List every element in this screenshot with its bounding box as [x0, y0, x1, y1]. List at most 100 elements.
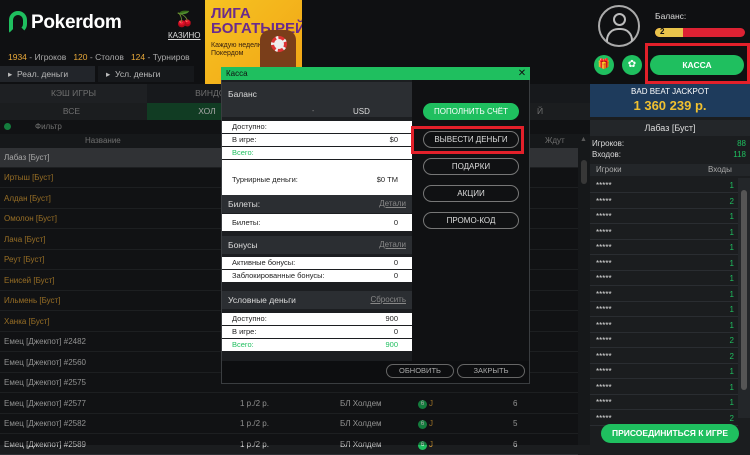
player-row[interactable]: ***** 1 [590, 364, 738, 379]
pokerdom-logo-icon[interactable] [9, 11, 27, 33]
players-scrollbar-thumb[interactable] [741, 190, 747, 390]
balance-label: Баланс: [655, 11, 687, 21]
bonus-section-title: Бонусы [228, 240, 258, 250]
panel-table-title: Лабаз [Буст] [590, 120, 750, 136]
player-entries: 2 [729, 336, 734, 345]
player-entries: 1 [729, 367, 734, 376]
player-row[interactable]: ***** 1 [590, 287, 738, 302]
cond-total-row: Всего: 900 [222, 339, 412, 351]
close-icon[interactable]: ✕ [516, 67, 528, 80]
player-name: ***** [596, 320, 612, 330]
tab-real-money[interactable]: ▸ Реал. деньги [0, 66, 95, 82]
player-name: ***** [596, 305, 612, 314]
close-button[interactable]: ЗАКРЫТЬ [457, 364, 525, 378]
play-money-section-title: Условные деньги [228, 295, 296, 305]
money-type-tabs: ▸ Реал. деньги ▸ Усл. деньги [0, 66, 200, 82]
player-row[interactable]: ***** 1 [590, 380, 738, 395]
players-table-header: Игроки Входы [590, 164, 750, 176]
in-game-row: В игре: $0 [222, 134, 412, 146]
bonus-section-header: Бонусы Детали [222, 236, 412, 254]
player-name: ***** [596, 196, 612, 206]
currency-selector[interactable] [222, 107, 412, 117]
cherry-icon[interactable]: 🍒 [175, 11, 194, 29]
user-body-icon [606, 28, 633, 42]
player-row[interactable]: ***** 1 [590, 395, 738, 410]
join-game-button[interactable]: ПРИСОЕДИНИТЬСЯ К ИГРЕ [601, 424, 739, 443]
casino-link[interactable]: КАЗИНО [168, 31, 201, 40]
column-entries[interactable]: Входы [708, 164, 732, 176]
player-entries: 2 [729, 196, 734, 206]
gifts-button[interactable]: ПОДАРКИ [423, 158, 519, 175]
player-entries: 1 [729, 181, 734, 190]
player-name: ***** [596, 258, 612, 268]
poker-chip-icon [271, 36, 287, 52]
dialog-titlebar[interactable] [221, 67, 530, 80]
player-name: ***** [596, 243, 612, 252]
player-name: ***** [596, 336, 612, 345]
entries-value: 118 [733, 150, 746, 159]
refresh-button[interactable]: ОБНОВИТЬ [386, 364, 454, 378]
deposit-button[interactable]: ПОПОЛНИТЬ СЧЁТ [423, 103, 519, 120]
promotions-button[interactable]: АКЦИИ [423, 185, 519, 202]
tickets-details-link[interactable]: Детали [379, 195, 406, 213]
player-name: ***** [596, 382, 612, 392]
dialog-title: Касса [226, 69, 248, 78]
player-entries: 1 [729, 258, 734, 268]
player-name: ***** [596, 351, 612, 361]
tickets-row: Билеты: 0 [222, 214, 412, 231]
player-entries: 1 [729, 243, 734, 252]
brand-logo[interactable]: Pokerdom [31, 12, 122, 34]
dropdown-arrow-icon[interactable]: - [312, 107, 314, 117]
players-value: 88 [737, 139, 746, 148]
player-row[interactable]: ***** 2 [590, 333, 738, 348]
cashier-button[interactable]: КАССА [650, 55, 744, 75]
player-name: ***** [596, 367, 612, 376]
column-players[interactable]: Игроки [596, 164, 622, 176]
player-entries: 1 [729, 305, 734, 314]
player-entries: 1 [729, 398, 734, 407]
tickets-section-header: Билеты: Детали [222, 195, 412, 213]
players-label: Игроков: [592, 139, 625, 148]
player-row[interactable]: ***** 1 [590, 209, 738, 224]
player-row[interactable]: ***** 2 [590, 194, 738, 209]
player-row[interactable]: ***** 2 [590, 349, 738, 364]
promo-code-button[interactable]: ПРОМО-КОД [423, 212, 519, 229]
player-row[interactable]: ***** 1 [590, 302, 738, 317]
bonus-details-link[interactable]: Детали [379, 236, 406, 254]
player-entries: 1 [729, 212, 734, 221]
player-row[interactable]: ***** 1 [590, 178, 738, 193]
play-money-section-header: Условные деньги Сбросить [222, 291, 412, 309]
withdraw-button[interactable]: ВЫВЕСТИ ДЕНЬГИ [423, 131, 519, 148]
player-row[interactable]: ***** 1 [590, 225, 738, 240]
award-icon[interactable]: ✿ [622, 55, 642, 75]
level-progress-bar [655, 28, 745, 37]
spacer [222, 160, 412, 174]
cond-available-row: Доступно: 900 [222, 313, 412, 325]
player-name: ***** [596, 398, 612, 407]
entries-label: Входов: [592, 150, 622, 159]
balance-section-title: Баланс [228, 89, 257, 99]
locked-bonus-row: Заблокированные бонусы: 0 [222, 270, 412, 282]
player-row[interactable]: ***** 1 [590, 271, 738, 286]
player-row[interactable]: ***** 1 [590, 318, 738, 333]
balance-section-header: Баланс [222, 82, 412, 107]
player-name: ***** [596, 227, 612, 237]
player-name: ***** [596, 289, 612, 299]
gift-icon[interactable]: 🎁 [594, 55, 614, 75]
currency-value: USD [353, 107, 370, 116]
player-entries: 1 [729, 289, 734, 299]
active-bonus-row: Активные бонусы: 0 [222, 257, 412, 269]
player-name: ***** [596, 212, 612, 221]
player-entries: 1 [729, 274, 734, 283]
player-name: ***** [596, 274, 612, 283]
player-row[interactable]: ***** 1 [590, 240, 738, 255]
tab-play-money[interactable]: ▸ Усл. деньги [98, 66, 194, 82]
player-entries: 1 [729, 227, 734, 237]
jackpot-label: BAD BEAT JACKPOT [631, 87, 709, 96]
available-row: Доступно: [222, 121, 412, 133]
player-name: ***** [596, 181, 612, 190]
cond-in-game-row: В игре: 0 [222, 326, 412, 338]
player-row[interactable]: ***** 1 [590, 256, 738, 271]
tickets-section-title: Билеты: [228, 199, 261, 209]
reset-link[interactable]: Сбросить [370, 291, 406, 309]
